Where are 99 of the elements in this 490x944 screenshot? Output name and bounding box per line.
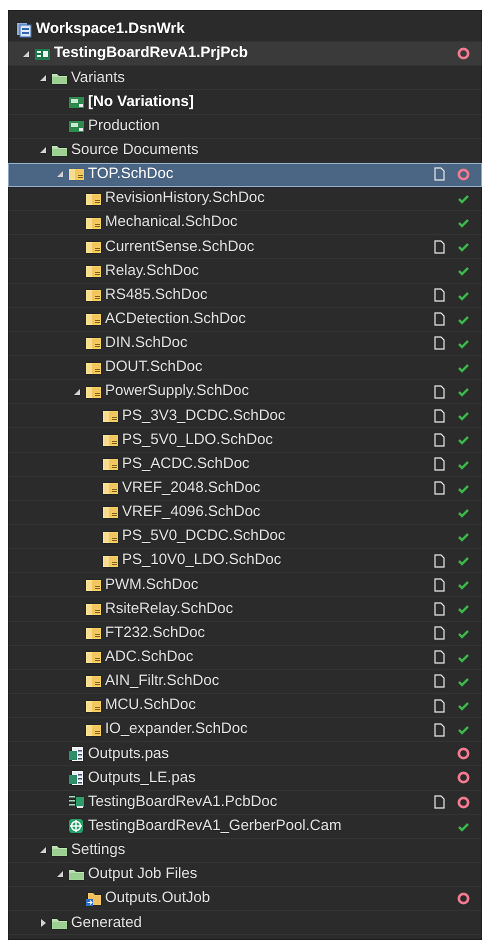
tree-row[interactable]: Outputs_LE.pas (8, 766, 482, 790)
tree-row[interactable]: PS_ACDC.SchDoc (8, 452, 482, 477)
tree-row[interactable]: TOP.SchDoc (8, 162, 482, 187)
sheet-icon (85, 673, 101, 690)
item-label: PS_10V0_LDO.SchDoc (122, 550, 282, 570)
expander-icon[interactable] (23, 50, 29, 57)
tree-row[interactable]: Generated (8, 911, 482, 936)
tree-row[interactable]: PWM.SchDoc (8, 573, 482, 598)
expander-icon[interactable] (57, 871, 63, 878)
expander-icon[interactable] (40, 74, 46, 81)
tree-row[interactable]: PS_5V0_LDO.SchDoc (8, 428, 482, 453)
tree-row[interactable]: Settings (8, 838, 482, 863)
tree-row[interactable]: RevisionHistory.SchDoc (8, 186, 482, 212)
expander-icon[interactable] (74, 388, 80, 395)
item-label: VREF_4096.SchDoc (122, 502, 260, 522)
tree-row[interactable]: ACDetection.SchDoc (8, 308, 482, 332)
tree-row[interactable]: VREF_4096.SchDoc (8, 500, 482, 525)
item-label: Mechanical.SchDoc (105, 212, 238, 232)
script-icon (68, 746, 84, 762)
item-label: DIN.SchDoc (105, 333, 188, 354)
tree-row[interactable]: IO_expander.SchDoc (8, 718, 482, 742)
expander-icon[interactable] (57, 171, 63, 178)
tree-row[interactable]: CurrentSense.SchDoc (8, 235, 482, 260)
tree-row[interactable]: MCU.SchDoc (8, 694, 482, 718)
item-label: ADC.SchDoc (105, 646, 194, 667)
tree-row[interactable]: ADC.SchDoc (8, 646, 482, 670)
sheet-icon (102, 504, 118, 520)
tree-row[interactable]: Mechanical.SchDoc (8, 211, 482, 236)
tree-row[interactable]: Outputs.OutJob (8, 887, 482, 912)
tree-row[interactable]: PowerSupply.SchDoc (8, 380, 482, 404)
item-label: Settings (71, 840, 126, 860)
item-label: FT232.SchDoc (105, 622, 206, 643)
item-label: TestingBoardRevA1.PrjPcb (54, 43, 248, 64)
item-label: RS485.SchDoc (105, 284, 208, 305)
tree-row[interactable]: RS485.SchDoc (8, 284, 482, 308)
item-label: TestingBoardRevA1.PcbDoc (88, 792, 278, 812)
sheet-icon (85, 311, 101, 328)
item-label: Relay.SchDoc (105, 260, 199, 281)
item-label: Outputs_LE.pas (88, 768, 196, 788)
item-label: MCU.SchDoc (105, 695, 196, 716)
item-label: PS_5V0_LDO.SchDoc (122, 430, 273, 450)
workspace-icon (16, 22, 32, 38)
item-label: PS_5V0_DCDC.SchDoc (122, 526, 286, 546)
sheet-icon (102, 480, 118, 496)
tree-row[interactable]: PS_5V0_DCDC.SchDoc (8, 524, 482, 550)
tree-row[interactable]: AIN_Filtr.SchDoc (8, 670, 482, 694)
item-label: PS_3V3_DCDC.SchDoc (122, 406, 286, 426)
item-label: PWM.SchDoc (105, 574, 198, 595)
item-label: [No Variations] (88, 92, 194, 112)
tree-row[interactable]: [No Variations] (8, 90, 482, 115)
item-label: Workspace1.DsnWrk (36, 19, 185, 40)
crosshair-icon (68, 818, 84, 834)
variant-icon (68, 118, 84, 134)
item-label: IO_expander.SchDoc (105, 719, 248, 740)
item-label: Variants (71, 68, 125, 88)
item-label: TOP.SchDoc (88, 164, 174, 184)
item-label: DOUT.SchDoc (105, 357, 203, 378)
item-label: RevisionHistory.SchDoc (105, 188, 265, 208)
item-label: PS_ACDC.SchDoc (122, 454, 250, 474)
script-icon (68, 770, 84, 786)
sheet-icon (85, 625, 101, 642)
item-label: Outputs.pas (88, 744, 169, 764)
tree-row[interactable]: RsiteRelay.SchDoc (8, 597, 482, 622)
tree-row[interactable]: FT232.SchDoc (8, 622, 482, 646)
expander-icon[interactable] (40, 847, 46, 854)
tree-row[interactable]: Relay.SchDoc (8, 259, 482, 284)
expander-icon[interactable] (40, 147, 46, 154)
item-label: RsiteRelay.SchDoc (105, 598, 234, 619)
item-label: CurrentSense.SchDoc (105, 236, 254, 257)
item-label: Output Job Files (88, 864, 198, 884)
tree-row[interactable]: Outputs.pas (8, 742, 482, 766)
item-label: Generated (71, 912, 142, 933)
item-label: ACDetection.SchDoc (105, 309, 246, 329)
tree-row[interactable]: PS_3V3_DCDC.SchDoc (8, 404, 482, 428)
tree-row[interactable]: VREF_2048.SchDoc (8, 476, 482, 501)
sheet-icon (85, 649, 101, 666)
item-label: PowerSupply.SchDoc (105, 381, 249, 402)
tree-row[interactable]: TestingBoardRevA1_GerberPool.Cam (8, 814, 482, 839)
sheet-icon (68, 166, 84, 182)
item-label: Outputs.OutJob (105, 888, 210, 908)
item-label: Source Documents (71, 140, 199, 160)
sheet-icon (85, 335, 101, 352)
expander-icon[interactable] (40, 918, 46, 927)
tree-row[interactable]: TestingBoardRevA1.PrjPcb (8, 42, 482, 66)
tree-row[interactable]: DOUT.SchDoc (8, 356, 482, 380)
item-label: VREF_2048.SchDoc (122, 478, 260, 498)
item-label: AIN_Filtr.SchDoc (105, 671, 220, 692)
tree-row[interactable]: Production (8, 114, 482, 139)
tree-row[interactable]: TestingBoardRevA1.PcbDoc (8, 790, 482, 815)
sheet-icon (85, 287, 101, 304)
item-label: Production (88, 116, 160, 136)
item-label: TestingBoardRevA1_GerberPool.Cam (88, 816, 342, 836)
job-file-icon (85, 890, 101, 907)
tree-row[interactable]: Output Job Files (8, 862, 482, 888)
tree-row[interactable]: PS_10V0_LDO.SchDoc (8, 549, 482, 574)
tree-row[interactable]: DIN.SchDoc (8, 332, 482, 356)
sheet-icon (102, 456, 118, 472)
tree-row[interactable]: Variants (8, 66, 482, 90)
pcb-icon (68, 794, 84, 810)
